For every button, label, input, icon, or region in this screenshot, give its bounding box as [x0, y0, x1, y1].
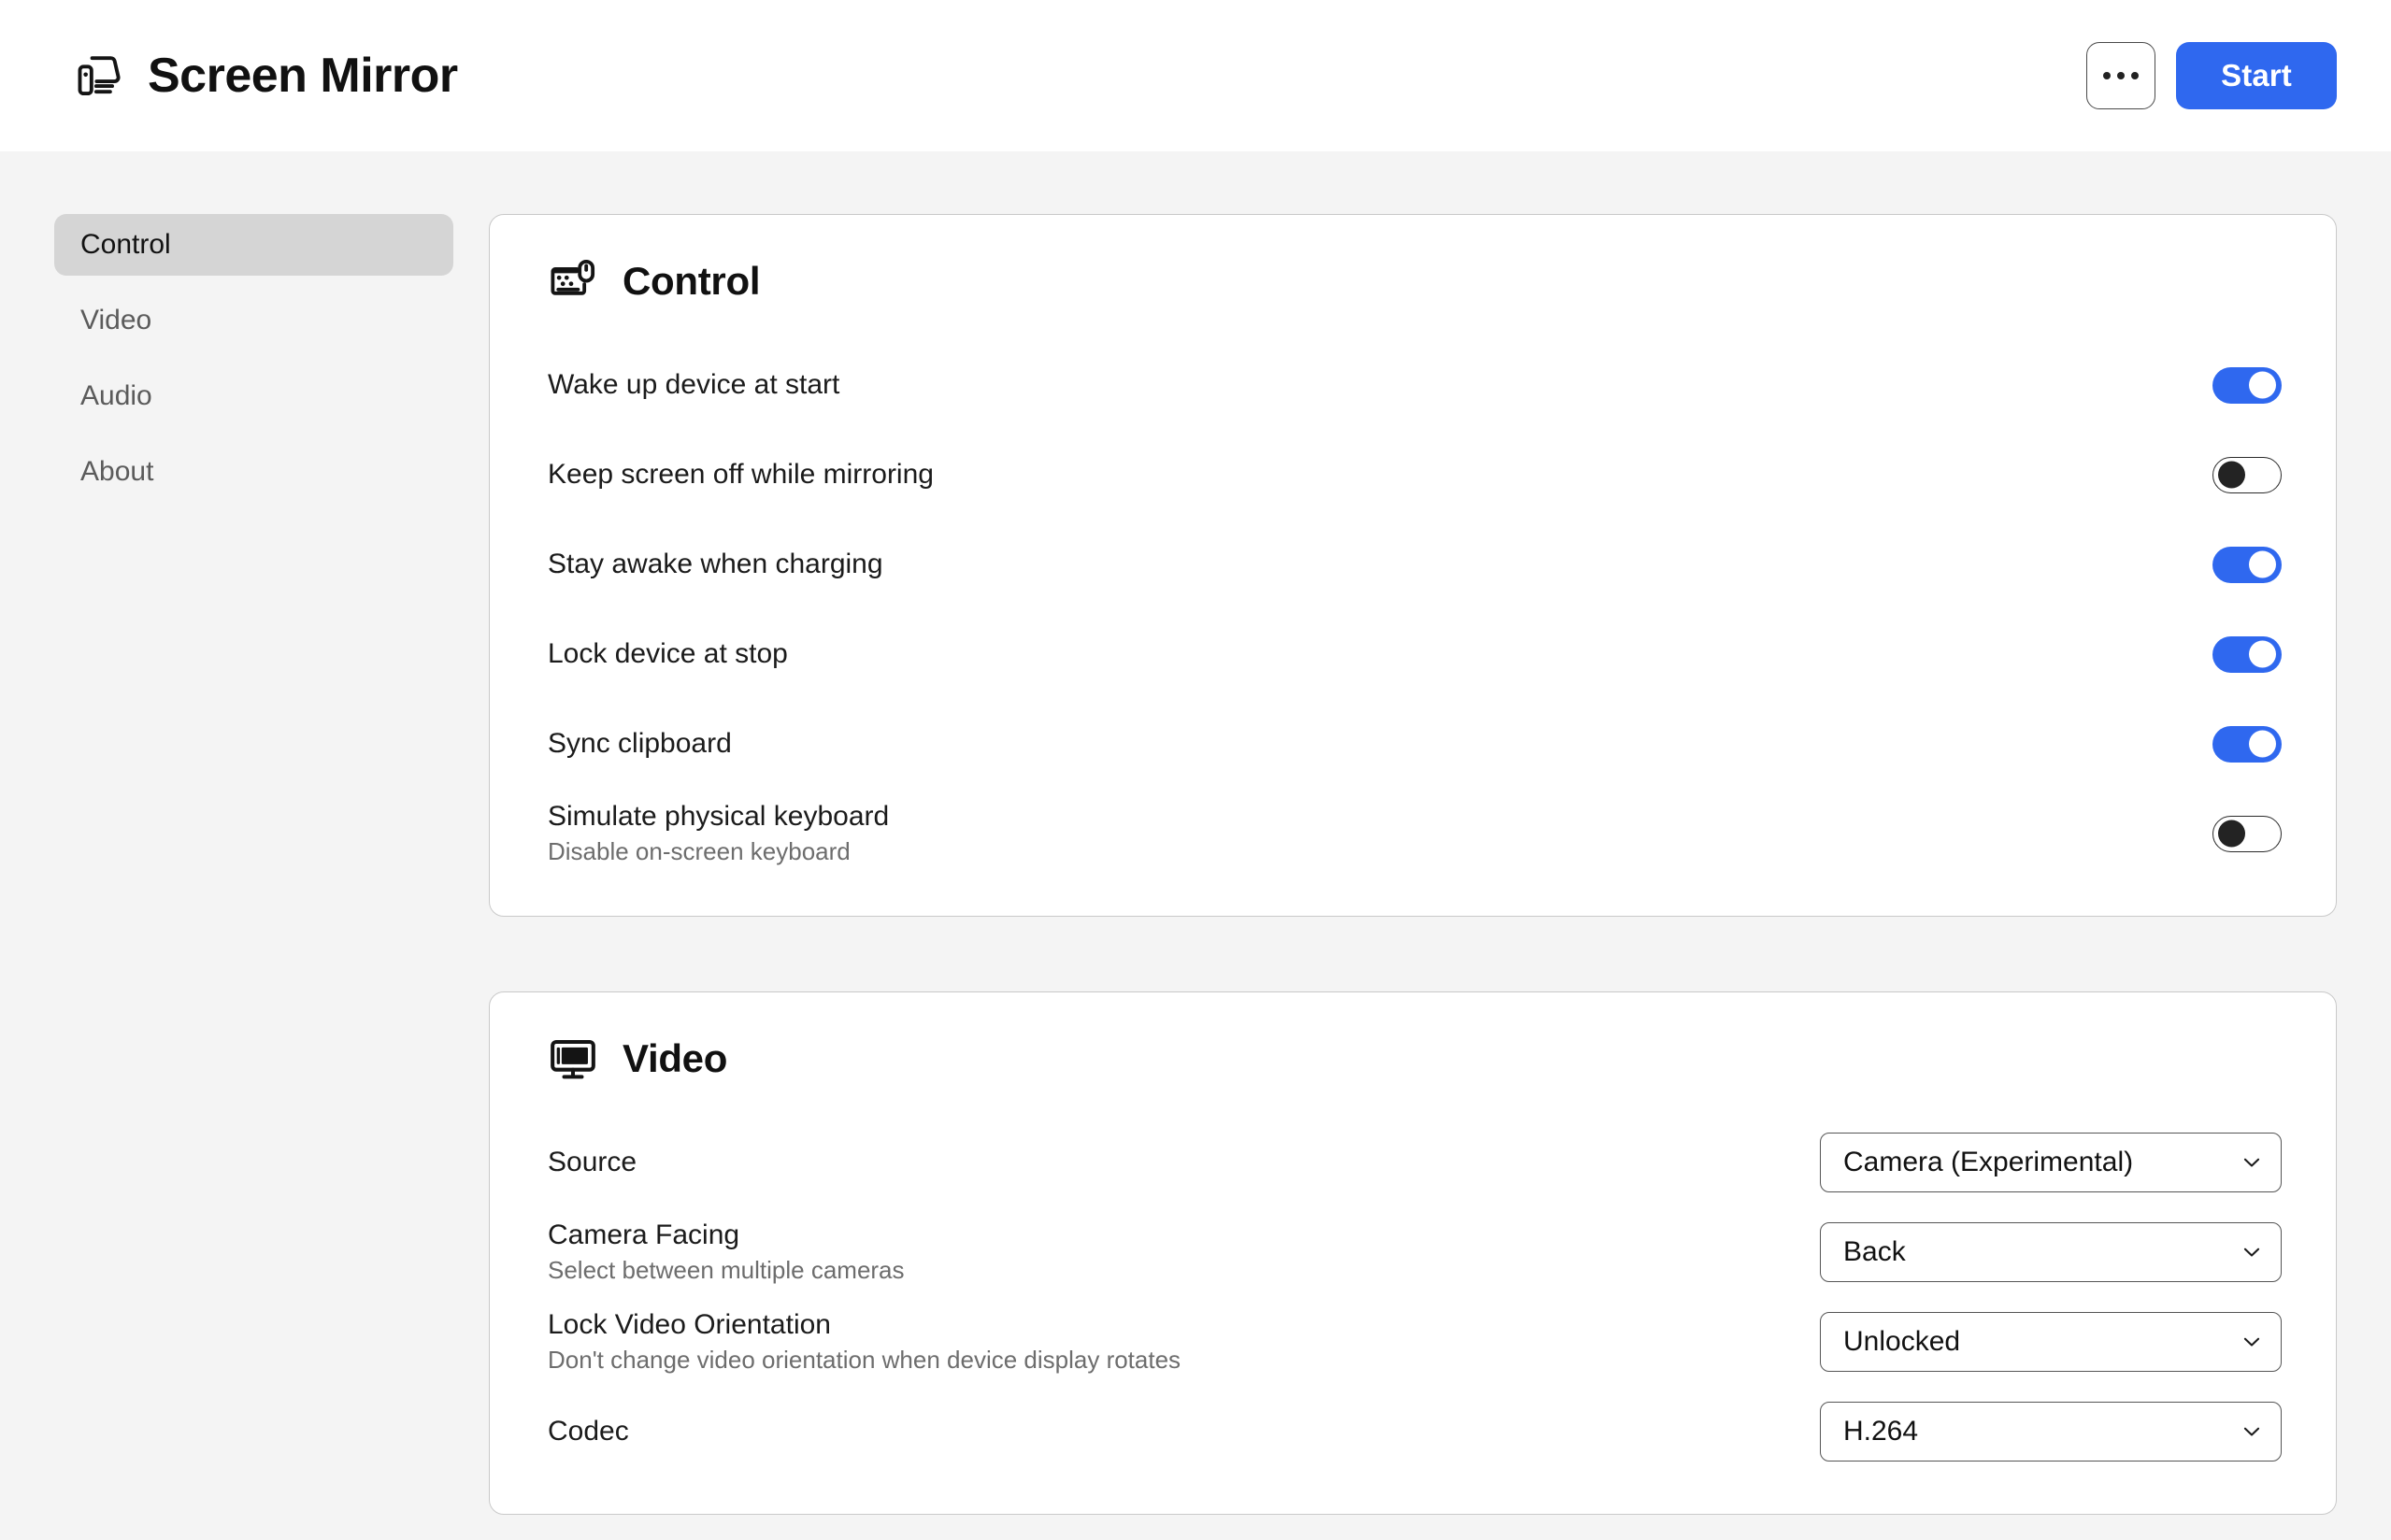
settings-content: Control Wake up device at start Keep scr… — [489, 151, 2391, 1540]
select-value: Back — [1843, 1236, 1906, 1267]
select-camera-facing[interactable]: Back — [1820, 1222, 2282, 1282]
select-value: Camera (Experimental) — [1843, 1147, 2134, 1177]
toggle-knob — [2249, 371, 2276, 399]
setting-description: Don't change video orientation when devi… — [548, 1346, 1181, 1375]
row-text: Source — [548, 1147, 637, 1179]
select-source[interactable]: Camera (Experimental) — [1820, 1133, 2282, 1192]
sidebar-item-label: Video — [80, 305, 152, 335]
setting-label: Sync clipboard — [548, 727, 732, 759]
row-text: Codec — [548, 1416, 629, 1448]
row-text: Keep screen off while mirroring — [548, 459, 934, 492]
toggle-wake-up-device-at-start[interactable] — [2212, 366, 2282, 404]
toggle-lock-device-at-stop[interactable] — [2212, 635, 2282, 673]
setting-description: Disable on-screen keyboard — [548, 837, 851, 866]
row-text: Lock device at stop — [548, 638, 788, 671]
sidebar-item-label: Audio — [80, 380, 152, 411]
monitor-icon — [551, 1039, 595, 1079]
video-card-title: Video — [623, 1036, 728, 1080]
row-text: Camera Facing Select between multiple ca… — [548, 1219, 905, 1285]
setting-label: Simulate physical keyboard — [548, 800, 890, 832]
ellipsis-icon — [2103, 72, 2111, 79]
setting-row-simulate-physical-keyboard: Simulate physical keyboard Disable on-sc… — [548, 789, 2282, 878]
title-bar-actions: Start — [2086, 42, 2337, 109]
toggle-simulate-physical-keyboard[interactable] — [2212, 815, 2282, 852]
row-text: Sync clipboard — [548, 728, 732, 761]
row-text: Wake up device at start — [548, 369, 839, 402]
control-card-title: Control — [623, 259, 761, 303]
setting-row-sync-clipboard: Sync clipboard — [548, 699, 2282, 789]
toggle-stay-awake-when-charging[interactable] — [2212, 546, 2282, 583]
setting-label: Lock Video Orientation — [548, 1308, 831, 1340]
chevron-down-icon — [2243, 1248, 2260, 1257]
row-text: Stay awake when charging — [548, 549, 883, 581]
keyboard-mouse-icon — [551, 259, 595, 295]
toggle-keep-screen-off-while-mirroring[interactable] — [2212, 456, 2282, 493]
setting-row-wake-up-device-at-start: Wake up device at start — [548, 340, 2282, 430]
toggle-knob — [2218, 820, 2245, 848]
control-card-header: Control — [548, 256, 2282, 307]
setting-label: Keep screen off while mirroring — [548, 458, 934, 490]
select-codec[interactable]: H.264 — [1820, 1402, 2282, 1462]
setting-label: Stay awake when charging — [548, 548, 883, 579]
toggle-knob — [2218, 461, 2245, 489]
control-settings-card: Control Wake up device at start Keep scr… — [489, 214, 2337, 917]
sidebar-item-about[interactable]: About — [54, 441, 453, 503]
setting-row-codec: Codec H.264 — [548, 1387, 2282, 1476]
setting-row-keep-screen-off-while-mirroring: Keep screen off while mirroring — [548, 430, 2282, 520]
chevron-down-icon — [2243, 1337, 2260, 1347]
row-text: Simulate physical keyboard Disable on-sc… — [548, 801, 889, 866]
video-settings-card: Video Source Camera (Experimental) Camer… — [489, 991, 2337, 1515]
setting-row-stay-awake-when-charging: Stay awake when charging — [548, 520, 2282, 609]
setting-row-camera-facing: Camera Facing Select between multiple ca… — [548, 1207, 2282, 1297]
toggle-knob — [2249, 550, 2276, 578]
video-card-header: Video — [548, 1034, 2282, 1084]
toggle-knob — [2249, 640, 2276, 668]
ellipsis-icon — [2117, 72, 2125, 79]
setting-label: Wake up device at start — [548, 368, 840, 400]
setting-description: Select between multiple cameras — [548, 1256, 905, 1285]
sidebar-item-label: Control — [80, 229, 171, 260]
select-value: H.264 — [1843, 1416, 1919, 1447]
sidebar-item-audio[interactable]: Audio — [54, 365, 453, 427]
chevron-down-icon — [2243, 1158, 2260, 1167]
toggle-sync-clipboard[interactable] — [2212, 725, 2282, 763]
setting-label: Camera Facing — [548, 1219, 740, 1250]
select-value: Unlocked — [1843, 1326, 1961, 1357]
setting-row-source: Source Camera (Experimental) — [548, 1118, 2282, 1207]
toggle-knob — [2249, 730, 2276, 758]
sidebar: Control Video Audio About — [0, 151, 489, 517]
setting-label: Source — [548, 1146, 637, 1177]
screen-mirror-icon — [78, 56, 121, 96]
chevron-down-icon — [2243, 1427, 2260, 1436]
app-title: Screen Mirror — [148, 49, 458, 103]
ellipsis-icon — [2131, 72, 2139, 79]
setting-row-lock-device-at-stop: Lock device at stop — [548, 609, 2282, 699]
setting-row-lock-video-orientation: Lock Video Orientation Don't change vide… — [548, 1297, 2282, 1387]
setting-label: Codec — [548, 1415, 629, 1447]
setting-label: Lock device at stop — [548, 637, 788, 669]
start-button[interactable]: Start — [2176, 42, 2337, 109]
app-body: Control Video Audio About Control Wake u… — [0, 151, 2391, 1540]
sidebar-item-label: About — [80, 456, 154, 487]
more-options-button[interactable] — [2086, 42, 2155, 109]
sidebar-item-video[interactable]: Video — [54, 290, 453, 351]
title-bar: Screen Mirror Start — [0, 0, 2391, 151]
row-text: Lock Video Orientation Don't change vide… — [548, 1309, 1181, 1375]
app-brand: Screen Mirror — [73, 48, 458, 104]
sidebar-item-control[interactable]: Control — [54, 214, 453, 276]
select-lock-video-orientation[interactable]: Unlocked — [1820, 1312, 2282, 1372]
